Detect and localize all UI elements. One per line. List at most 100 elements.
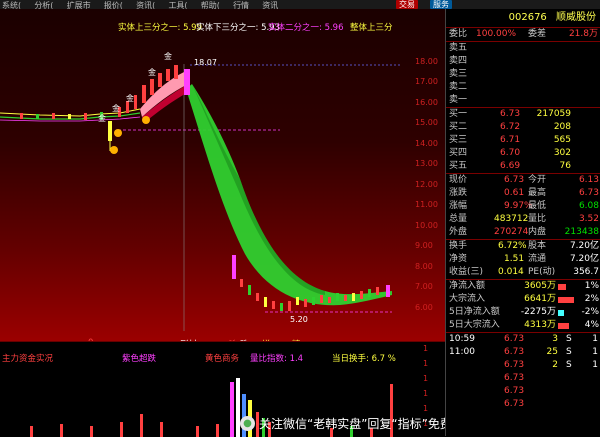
money-flow-block: 净流入额 3605万 1% 大宗流入 6641万 2% 5日净流入额 -2275万 -2% … [446, 279, 600, 332]
buy-row[interactable]: 买一 6.73 217059 [446, 108, 600, 121]
weicha-label: 委差 [528, 29, 547, 39]
tick-price: 6.73 [504, 360, 525, 370]
stats-row: 外盘 270274 内盘 213438 [446, 226, 600, 239]
high-price-label: 18.07 [194, 58, 217, 67]
tick-time: 10:59 [449, 334, 475, 344]
service-button[interactable]: 服务 [430, 0, 452, 9]
buy-row[interactable]: 买三 6.71 565 [446, 134, 600, 147]
sell-label: 卖二 [449, 82, 468, 92]
stats2-row: 换手 6.72% 股本 7.20亿 [446, 240, 600, 253]
flow-row: 5日大宗流入 4313万 4% [446, 319, 600, 332]
stat-label: 流通 [528, 254, 547, 264]
stat-label: 最高 [528, 188, 547, 198]
tick-count: 1 [592, 334, 598, 344]
buy-price: 6.70 [500, 148, 521, 158]
stat-value: 483712 [494, 214, 529, 224]
flow-pct: 1% [584, 281, 599, 291]
trade-button[interactable]: 交易 [396, 0, 418, 9]
stat-value: 270274 [494, 227, 529, 237]
stat-label: 股本 [528, 241, 547, 251]
flow-value: -2275万 [520, 307, 556, 317]
stat-value: 356.7 [573, 267, 599, 277]
buy-volume: 217059 [536, 109, 571, 119]
watermark-text: 关注微信“老韩实盘”回复“指标”免费领 [259, 416, 464, 431]
tick-count: 1 [592, 360, 598, 370]
stat-value: 6.13 [578, 175, 599, 185]
menu-news[interactable]: 资讯 [262, 1, 278, 9]
buy-label: 买五 [449, 161, 468, 171]
svg-text:金: 金 [164, 51, 172, 61]
menu-analysis[interactable]: 分析( [34, 1, 53, 9]
buy-label: 买二 [449, 122, 468, 132]
stat-value: 213438 [564, 227, 599, 237]
menu-quote[interactable]: 报价( [104, 1, 123, 9]
tick-row: 6.73 2 S 1 [446, 359, 600, 372]
price-tick: 15.00 [415, 118, 438, 127]
stat-label: 涨幅 [449, 201, 468, 211]
weibi-label: 委比 [449, 29, 468, 39]
stat-label: 现价 [449, 175, 468, 185]
tick-direction: S [566, 360, 572, 370]
buy-row[interactable]: 买二 6.72 208 [446, 121, 600, 134]
stock-code: 002676 [508, 12, 547, 23]
buy-price: 6.71 [500, 135, 521, 145]
stats-block: 现价 6.73 今开 6.13 涨跌 0.61 最高 6.73 涨幅 9.97% 最低 6.08 … [446, 173, 600, 239]
flow-label: 5日净流入额 [449, 307, 500, 317]
stats2-block: 换手 6.72% 股本 7.20亿 净资 1.51 流通 7.20亿 收益(三) 0.014 P… [446, 239, 600, 279]
buy-volume: 302 [553, 148, 571, 158]
wechat-icon: ● [240, 415, 255, 431]
stat-value: 1.51 [504, 254, 525, 264]
price-tick: 11.00 [415, 200, 438, 209]
stat-value: 3.52 [578, 214, 599, 224]
buy-label: 买一 [449, 109, 468, 119]
price-tick: 12.00 [415, 180, 438, 189]
tick-row: 6.73 [446, 398, 600, 411]
flow-label: 大宗流入 [449, 294, 486, 304]
menu-bar: 系统( 分析( 扩展市 报价( 资讯( 工具( 帮助( 行情 资讯 交易 服务 [0, 0, 600, 9]
weibi-value: 100.00% [476, 29, 517, 39]
buy-row[interactable]: 买四 6.70 302 [446, 147, 600, 160]
flow-pct: 2% [584, 294, 599, 304]
menu-info[interactable]: 资讯( [136, 1, 155, 9]
stats-row: 涨幅 9.97% 最低 6.08 [446, 200, 600, 213]
menu-market[interactable]: 行情 [233, 1, 249, 9]
flow-label: 5日大宗流入 [449, 320, 500, 330]
indicator-tick: 1 [423, 359, 429, 368]
sell-row: 卖五 [446, 42, 600, 55]
tick-list[interactable]: 10:59 6.73 3 S 1 11:00 6.73 25 S 1 6.73 2 S 1 6.73 … [446, 332, 600, 411]
stat-label: 量比 [528, 214, 547, 224]
buy-price: 6.72 [500, 122, 521, 132]
price-tick: 6.00 [415, 303, 433, 312]
flow-value: 3605万 [524, 281, 556, 291]
stat-value: 7.20亿 [569, 241, 599, 251]
tick-price: 6.73 [504, 373, 525, 383]
stock-header: 002676 顺威股份 [446, 9, 600, 27]
flow-value: 4313万 [524, 320, 556, 330]
stat-value: 6.08 [578, 201, 599, 211]
indicator-tick: 1 [423, 389, 429, 398]
menu-extend[interactable]: 扩展市 [67, 1, 91, 9]
tick-volume: 3 [552, 334, 558, 344]
buy-label: 买三 [449, 135, 468, 145]
price-tick: 16.00 [415, 98, 438, 107]
menu-help[interactable]: 帮助( [201, 1, 220, 9]
menu-system[interactable]: 系统( [2, 1, 21, 9]
stat-value: 6.73 [578, 188, 599, 198]
flow-value: 6641万 [524, 294, 556, 304]
tick-row: 6.73 [446, 372, 600, 385]
stats2-row: 净资 1.51 流通 7.20亿 [446, 253, 600, 266]
tick-price: 6.73 [504, 386, 525, 396]
sell-label: 卖五 [449, 43, 468, 53]
kline-chart[interactable]: 实体上三分之一: 5.99 实体下三分之一: 5.93 实体二分之一: 5.96… [0, 9, 445, 350]
sell-row: 卖三 [446, 68, 600, 81]
menu-tools[interactable]: 工具( [168, 1, 187, 9]
weicha-value: 21.8万 [568, 29, 598, 39]
candles-early [20, 65, 190, 151]
stat-label: 净资 [449, 254, 468, 264]
buy-row[interactable]: 买五 6.69 76 [446, 160, 600, 173]
tick-volume: 25 [546, 347, 558, 357]
stat-label: PE(动) [528, 267, 556, 277]
indicator-tick: 1 [423, 374, 429, 383]
price-tick: 14.00 [415, 139, 438, 148]
sell-label: 卖一 [449, 95, 468, 105]
